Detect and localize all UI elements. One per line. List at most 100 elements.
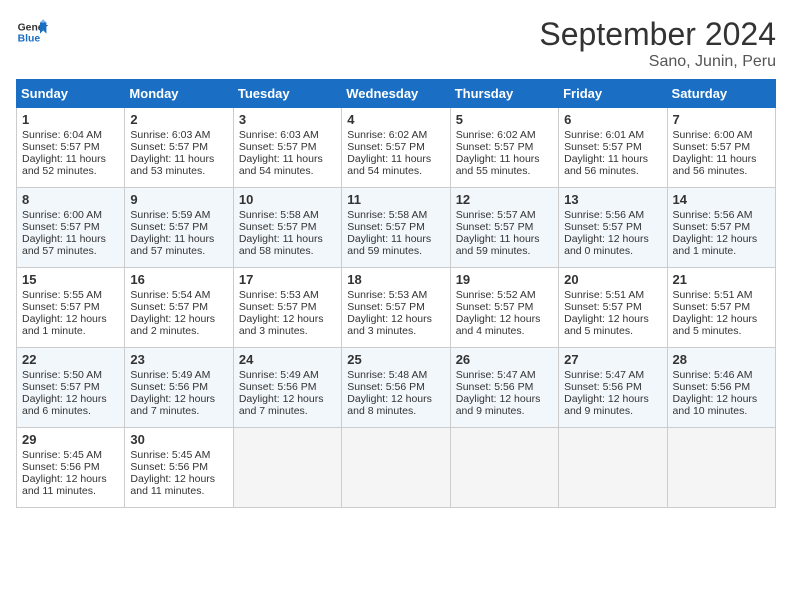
calendar-day-8: 8Sunrise: 6:00 AMSunset: 5:57 PMDaylight…: [17, 188, 125, 268]
day-info-line: Sunrise: 5:45 AM: [22, 449, 119, 461]
day-number: 21: [673, 272, 770, 287]
calendar-day-3: 3Sunrise: 6:03 AMSunset: 5:57 PMDaylight…: [233, 108, 341, 188]
day-info-line: and 11 minutes.: [22, 485, 119, 497]
day-info-line: Sunrise: 5:51 AM: [564, 289, 661, 301]
day-info-line: Sunset: 5:57 PM: [239, 141, 336, 153]
calendar-day-14: 14Sunrise: 5:56 AMSunset: 5:57 PMDayligh…: [667, 188, 775, 268]
day-info-line: Sunset: 5:57 PM: [22, 381, 119, 393]
day-number: 16: [130, 272, 227, 287]
day-number: 30: [130, 432, 227, 447]
day-info-line: and 52 minutes.: [22, 165, 119, 177]
day-info-line: Sunset: 5:57 PM: [239, 221, 336, 233]
day-info-line: and 54 minutes.: [347, 165, 444, 177]
day-info-line: and 2 minutes.: [130, 325, 227, 337]
day-info-line: Daylight: 12 hours: [347, 393, 444, 405]
calendar-day-24: 24Sunrise: 5:49 AMSunset: 5:56 PMDayligh…: [233, 348, 341, 428]
day-number: 1: [22, 112, 119, 127]
day-info-line: Sunrise: 5:50 AM: [22, 369, 119, 381]
calendar-day-2: 2Sunrise: 6:03 AMSunset: 5:57 PMDaylight…: [125, 108, 233, 188]
day-info-line: Sunrise: 5:49 AM: [130, 369, 227, 381]
day-info-line: Daylight: 12 hours: [673, 313, 770, 325]
calendar-day-22: 22Sunrise: 5:50 AMSunset: 5:57 PMDayligh…: [17, 348, 125, 428]
day-info-line: Sunrise: 5:53 AM: [347, 289, 444, 301]
day-number: 10: [239, 192, 336, 207]
day-info-line: and 4 minutes.: [456, 325, 553, 337]
title-area: September 2024 Sano, Junin, Peru: [539, 16, 776, 71]
calendar-table: SundayMondayTuesdayWednesdayThursdayFrid…: [16, 79, 776, 508]
day-number: 20: [564, 272, 661, 287]
day-info-line: Sunrise: 6:02 AM: [347, 129, 444, 141]
calendar-day-9: 9Sunrise: 5:59 AMSunset: 5:57 PMDaylight…: [125, 188, 233, 268]
day-info-line: Daylight: 12 hours: [239, 313, 336, 325]
day-number: 24: [239, 352, 336, 367]
day-number: 8: [22, 192, 119, 207]
day-info-line: Sunrise: 5:56 AM: [564, 209, 661, 221]
day-info-line: and 9 minutes.: [456, 405, 553, 417]
day-info-line: Daylight: 12 hours: [239, 393, 336, 405]
day-info-line: Daylight: 11 hours: [239, 233, 336, 245]
day-number: 12: [456, 192, 553, 207]
calendar-empty-cell: [342, 428, 450, 508]
day-info-line: Sunset: 5:57 PM: [22, 301, 119, 313]
calendar-day-1: 1Sunrise: 6:04 AMSunset: 5:57 PMDaylight…: [17, 108, 125, 188]
day-number: 17: [239, 272, 336, 287]
calendar-empty-cell: [450, 428, 558, 508]
day-info-line: Sunset: 5:56 PM: [347, 381, 444, 393]
day-info-line: Daylight: 11 hours: [456, 153, 553, 165]
day-info-line: Sunset: 5:57 PM: [564, 301, 661, 313]
day-info-line: Sunset: 5:56 PM: [564, 381, 661, 393]
day-info-line: Sunset: 5:57 PM: [456, 221, 553, 233]
day-info-line: Daylight: 12 hours: [130, 473, 227, 485]
day-info-line: Sunset: 5:57 PM: [130, 221, 227, 233]
day-info-line: Sunset: 5:56 PM: [673, 381, 770, 393]
day-info-line: and 7 minutes.: [239, 405, 336, 417]
day-info-line: Daylight: 11 hours: [564, 153, 661, 165]
day-number: 25: [347, 352, 444, 367]
calendar-empty-cell: [233, 428, 341, 508]
day-info-line: Sunset: 5:57 PM: [673, 221, 770, 233]
calendar-day-19: 19Sunrise: 5:52 AMSunset: 5:57 PMDayligh…: [450, 268, 558, 348]
calendar-day-12: 12Sunrise: 5:57 AMSunset: 5:57 PMDayligh…: [450, 188, 558, 268]
day-info-line: Sunrise: 5:45 AM: [130, 449, 227, 461]
calendar-day-30: 30 Sunrise: 5:45 AMSunset: 5:56 PMDayligh…: [125, 428, 233, 508]
day-info-line: Sunset: 5:57 PM: [673, 141, 770, 153]
day-info-line: and 53 minutes.: [130, 165, 227, 177]
day-info-line: and 3 minutes.: [347, 325, 444, 337]
calendar-day-10: 10Sunrise: 5:58 AMSunset: 5:57 PMDayligh…: [233, 188, 341, 268]
day-info-line: Sunrise: 5:58 AM: [347, 209, 444, 221]
day-number: 28: [673, 352, 770, 367]
day-info-line: Sunrise: 5:47 AM: [564, 369, 661, 381]
day-info-line: and 57 minutes.: [22, 245, 119, 257]
day-info-line: Sunrise: 5:49 AM: [239, 369, 336, 381]
day-number: 9: [130, 192, 227, 207]
weekday-header-monday: Monday: [125, 80, 233, 108]
weekday-header-thursday: Thursday: [450, 80, 558, 108]
day-info-line: Sunrise: 5:51 AM: [673, 289, 770, 301]
calendar-week-row: 15Sunrise: 5:55 AMSunset: 5:57 PMDayligh…: [17, 268, 776, 348]
day-info-line: Sunrise: 5:59 AM: [130, 209, 227, 221]
day-info-line: and 5 minutes.: [564, 325, 661, 337]
calendar-day-27: 27Sunrise: 5:47 AMSunset: 5:56 PMDayligh…: [559, 348, 667, 428]
day-info-line: Sunset: 5:57 PM: [564, 141, 661, 153]
day-info-line: Daylight: 11 hours: [347, 233, 444, 245]
month-title: September 2024: [539, 16, 776, 53]
day-info-line: Daylight: 12 hours: [564, 313, 661, 325]
day-number: 13: [564, 192, 661, 207]
weekday-header-saturday: Saturday: [667, 80, 775, 108]
day-info-line: and 10 minutes.: [673, 405, 770, 417]
calendar-week-row: 8Sunrise: 6:00 AMSunset: 5:57 PMDaylight…: [17, 188, 776, 268]
day-info-line: and 9 minutes.: [564, 405, 661, 417]
day-info-line: and 1 minute.: [22, 325, 119, 337]
day-info-line: Sunset: 5:56 PM: [456, 381, 553, 393]
day-number: 15: [22, 272, 119, 287]
day-info-line: Sunset: 5:57 PM: [456, 141, 553, 153]
calendar-week-row: 22Sunrise: 5:50 AMSunset: 5:57 PMDayligh…: [17, 348, 776, 428]
day-info-line: Daylight: 12 hours: [564, 233, 661, 245]
day-info-line: Daylight: 11 hours: [22, 153, 119, 165]
day-info-line: Sunrise: 5:54 AM: [130, 289, 227, 301]
day-info-line: Sunset: 5:56 PM: [130, 461, 227, 473]
calendar-day-25: 25Sunrise: 5:48 AMSunset: 5:56 PMDayligh…: [342, 348, 450, 428]
day-info-line: and 59 minutes.: [347, 245, 444, 257]
day-info-line: and 3 minutes.: [239, 325, 336, 337]
calendar-day-4: 4Sunrise: 6:02 AMSunset: 5:57 PMDaylight…: [342, 108, 450, 188]
